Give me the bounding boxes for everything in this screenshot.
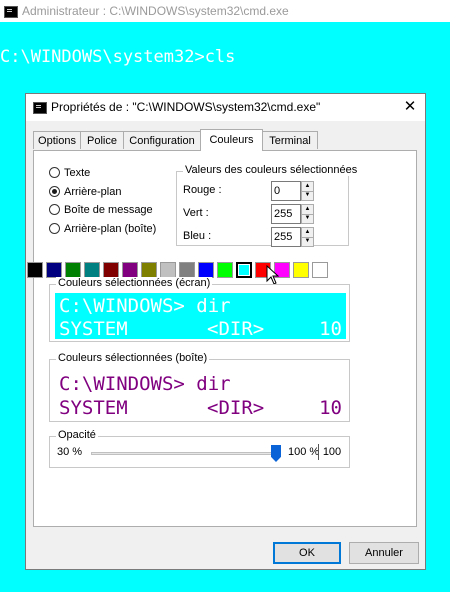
tab-couleurs[interactable]: Couleurs	[200, 129, 263, 151]
green-spinner-buttons[interactable]: ▲ ▼	[301, 204, 314, 224]
color-swatch-14[interactable]	[293, 262, 309, 278]
red-input[interactable]	[271, 181, 301, 201]
console-window-title: Administrateur : C:\WINDOWS\system32\cmd…	[22, 4, 289, 18]
opacity-max-label: 100 %	[288, 446, 320, 458]
blue-spinner-buttons[interactable]: ▲ ▼	[301, 227, 314, 247]
color-swatch-5[interactable]	[122, 262, 138, 278]
radio-label: Texte	[64, 167, 91, 179]
color-swatch-10[interactable]	[217, 262, 233, 278]
screen-colors-title: Couleurs sélectionnées (écran)	[56, 277, 213, 289]
preview-line-1: C:\WINDOWS> dir	[59, 373, 231, 395]
radio-button[interactable]	[49, 186, 60, 197]
color-swatch-1[interactable]	[46, 262, 62, 278]
green-spinner[interactable]: ▲ ▼	[271, 204, 315, 224]
console-titlebar: Administrateur : C:\WINDOWS\system32\cmd…	[0, 0, 450, 22]
color-swatch-2[interactable]	[65, 262, 81, 278]
color-swatch-4[interactable]	[103, 262, 119, 278]
color-swatch-9[interactable]	[198, 262, 214, 278]
blue-input[interactable]	[271, 227, 301, 247]
red-spinner-buttons[interactable]: ▲ ▼	[301, 181, 314, 201]
preview-line-2-size: 10	[319, 397, 342, 419]
popup-colors-preview: C:\WINDOWS> dir SYSTEM <DIR> 10	[55, 370, 346, 419]
color-swatch-8[interactable]	[179, 262, 195, 278]
popup-colors-title: Couleurs sélectionnées (boîte)	[56, 352, 210, 364]
preview-line-2-name: SYSTEM	[59, 318, 128, 340]
color-swatch-7[interactable]	[160, 262, 176, 278]
color-swatch-3[interactable]	[84, 262, 100, 278]
color-swatch-15[interactable]	[312, 262, 328, 278]
color-swatch-6[interactable]	[141, 262, 157, 278]
color-values-group-title: Valeurs des couleurs sélectionnées	[183, 164, 360, 176]
red-label: Rouge :	[183, 184, 222, 196]
console-app-icon	[4, 6, 18, 18]
cancel-button[interactable]: Annuler	[349, 542, 419, 564]
screen-colors-preview: C:\WINDOWS> dir SYSTEM <DIR> 10	[55, 293, 346, 340]
ok-button[interactable]: OK	[273, 542, 341, 564]
preview-line-2-dir: <DIR>	[207, 318, 265, 340]
preview-line-2-size: 10	[319, 318, 342, 340]
dialog-titlebar[interactable]: Propriétés de : "C:\WINDOWS\system32\cmd…	[26, 94, 425, 121]
radio-button[interactable]	[49, 223, 60, 234]
tab-options[interactable]: Options	[33, 131, 81, 149]
red-spinner[interactable]: ▲ ▼	[271, 181, 315, 201]
arrow-down-icon[interactable]: ▼	[302, 237, 313, 246]
console-app-icon	[33, 102, 47, 114]
green-input[interactable]	[271, 204, 301, 224]
opacity-value: 100	[318, 444, 345, 460]
preview-line-2-dir: <DIR>	[207, 397, 265, 419]
console-prompt-line: C:\WINDOWS\system32>cls	[0, 47, 236, 67]
arrow-down-icon[interactable]: ▼	[302, 191, 313, 200]
green-label: Vert :	[183, 207, 209, 219]
color-swatch-0[interactable]	[27, 262, 43, 278]
preview-line-2-name: SYSTEM	[59, 397, 128, 419]
blue-spinner[interactable]: ▲ ▼	[271, 227, 315, 247]
radio-label: Boîte de message	[64, 204, 153, 216]
blue-label: Bleu :	[183, 230, 212, 242]
color-swatch-11[interactable]	[236, 262, 252, 278]
tab-police[interactable]: Police	[80, 131, 124, 149]
radio-label: Arrière-plan	[64, 186, 122, 198]
dialog-title: Propriétés de : "C:\WINDOWS\system32\cmd…	[51, 100, 321, 114]
radio-label: Arrière-plan (boîte)	[64, 223, 157, 235]
tab-configuration[interactable]: Configuration	[123, 131, 201, 149]
tab-terminal[interactable]: Terminal	[262, 131, 318, 149]
opacity-min-label: 30 %	[57, 446, 83, 458]
mouse-cursor-icon	[266, 265, 280, 285]
radio-button[interactable]	[49, 204, 60, 215]
opacity-slider-track[interactable]	[91, 452, 281, 455]
color-palette	[27, 262, 347, 278]
opacity-title: Opacité	[56, 429, 98, 441]
close-icon[interactable]: ✕	[398, 96, 422, 118]
radio-button[interactable]	[49, 167, 60, 178]
arrow-down-icon[interactable]: ▼	[302, 214, 313, 223]
preview-line-1: C:\WINDOWS> dir	[59, 295, 231, 317]
